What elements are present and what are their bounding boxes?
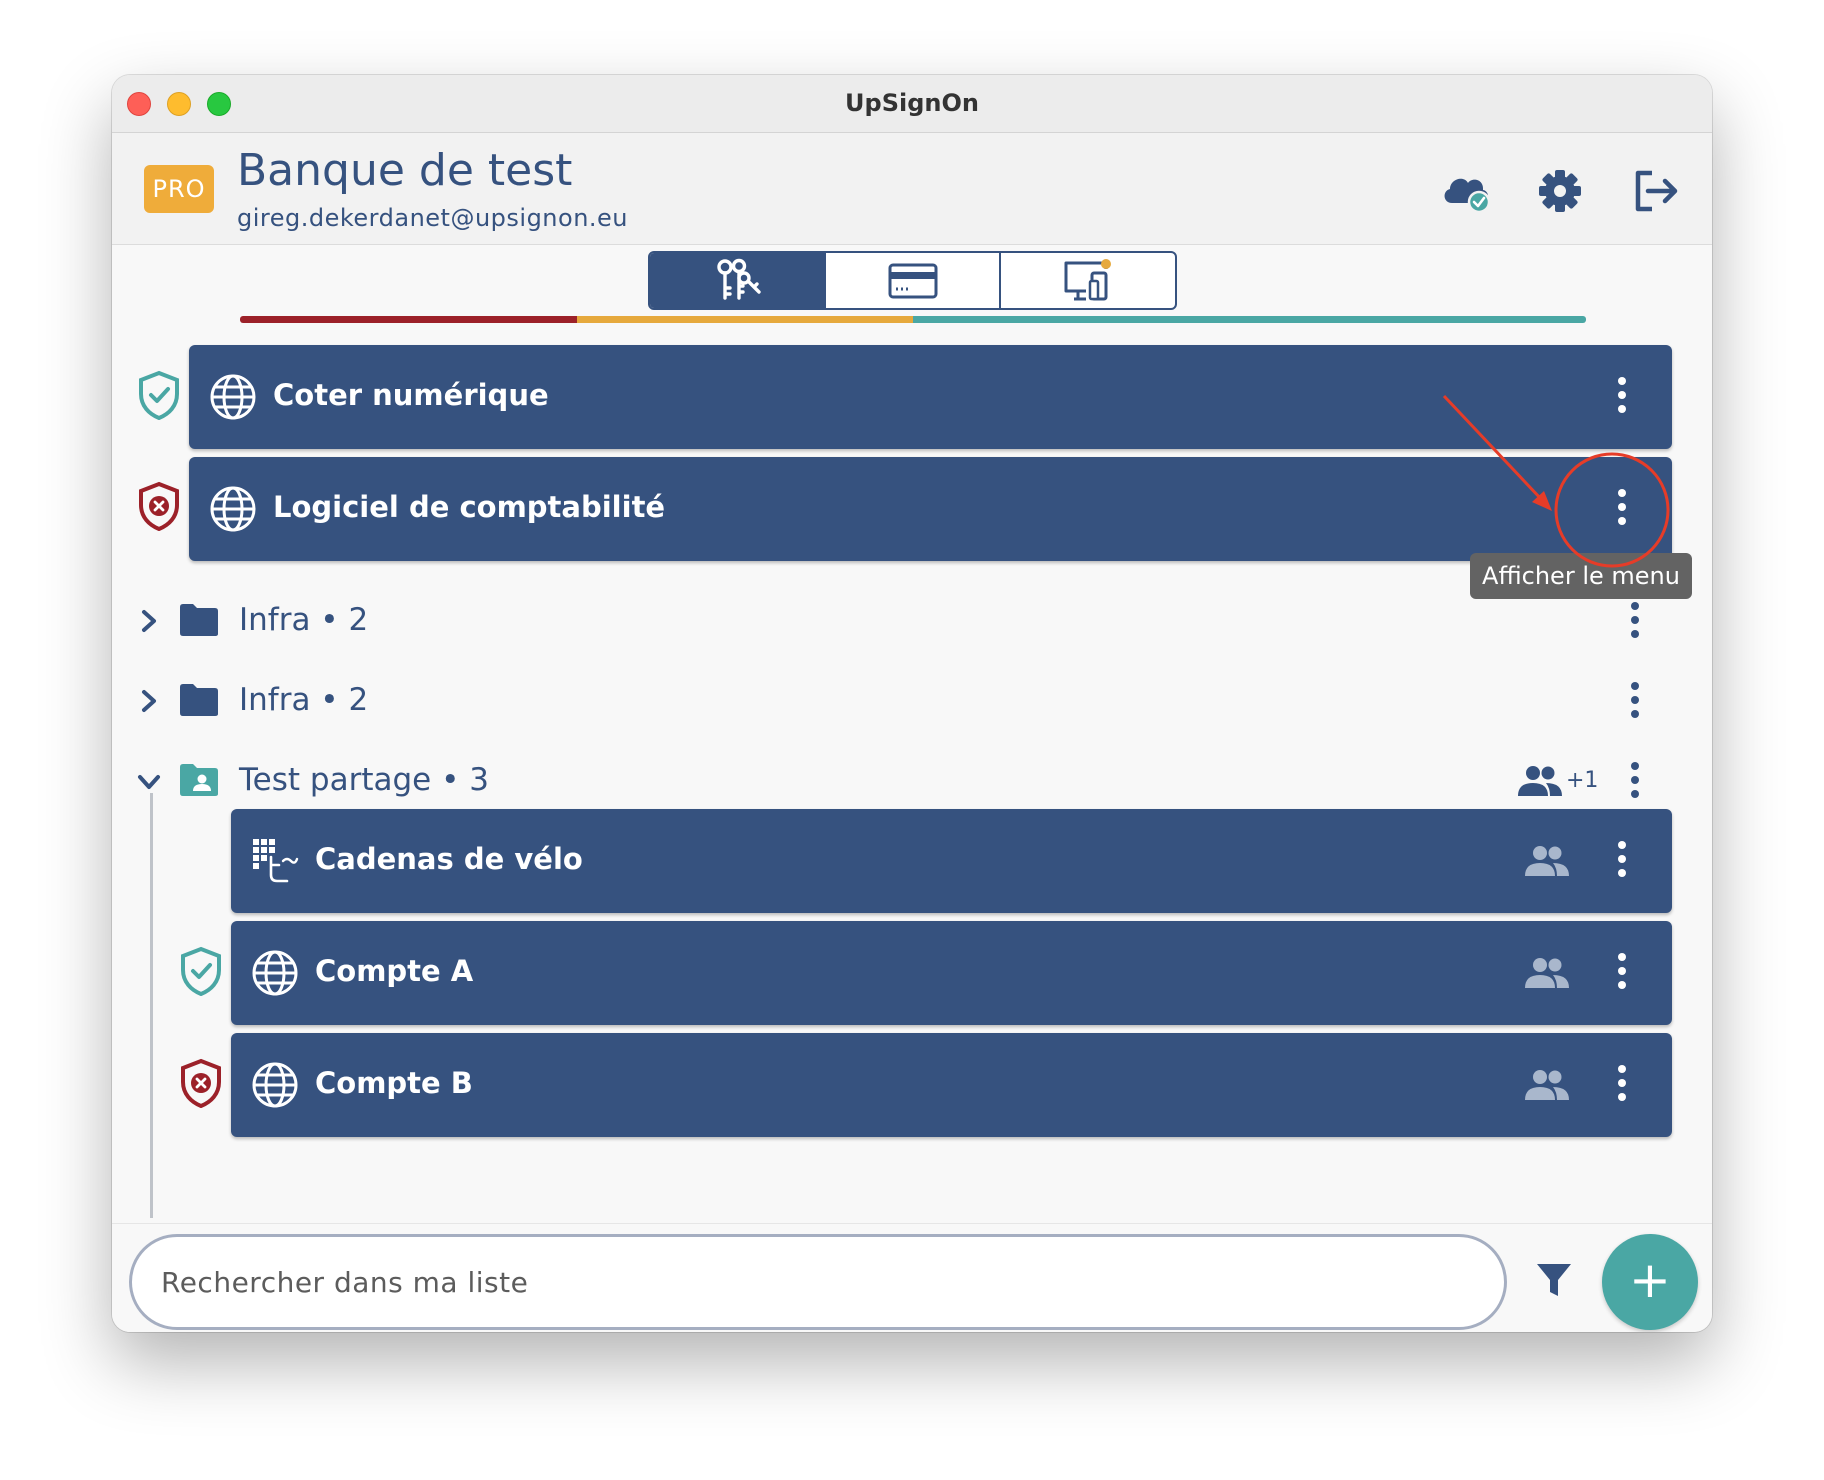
- more-options-button[interactable]: [1616, 489, 1628, 529]
- section-tabs: [648, 251, 1177, 310]
- logout-icon[interactable]: [1628, 163, 1684, 219]
- folder-menu-button[interactable]: [1629, 602, 1641, 642]
- more-options-button[interactable]: [1616, 841, 1628, 881]
- chevron-right-icon[interactable]: [138, 688, 160, 714]
- folder-label: Infra • 2: [239, 602, 369, 638]
- devices-icon: [1064, 258, 1112, 300]
- folder-row-test-partage[interactable]: Test partage • 3 +1: [112, 752, 1712, 812]
- shared-folder-icon: [180, 764, 218, 796]
- item-label: Cadenas de vélo: [315, 842, 583, 876]
- tooltip: Afficher le menu: [1470, 553, 1692, 599]
- shared-item-icon: [1525, 846, 1569, 876]
- tab-payment-cards[interactable]: [823, 253, 1000, 308]
- shared-item-icon: [1525, 958, 1569, 988]
- folder-tree-line: [150, 793, 153, 1218]
- folder-row-infra[interactable]: Infra • 2: [112, 592, 1712, 652]
- vault-header: PRO Banque de test gireg.dekerdanet@upsi…: [112, 133, 1712, 245]
- app-window: UpSignOn PRO Banque de test gireg.dekerd…: [112, 75, 1712, 1332]
- chevron-down-icon[interactable]: [136, 771, 162, 793]
- strength-segment-weak: [240, 316, 577, 323]
- item-label: Compte B: [315, 1066, 473, 1100]
- folder-row-infra[interactable]: Infra • 2: [112, 672, 1712, 732]
- credit-card-icon: [888, 263, 937, 298]
- pro-badge: PRO: [144, 165, 214, 213]
- tab-passwords[interactable]: [650, 253, 824, 308]
- shared-users-icon: [1518, 766, 1562, 796]
- keypad-code-icon: [253, 839, 299, 883]
- cloud-sync-icon[interactable]: [1438, 163, 1494, 219]
- item-label: Logiciel de comptabilité: [273, 490, 666, 524]
- safe-shield-icon: [139, 370, 179, 420]
- globe-icon: [252, 950, 298, 996]
- more-options-button[interactable]: [1616, 953, 1628, 993]
- strength-segment-medium: [576, 316, 913, 323]
- folder-label: Infra • 2: [239, 682, 369, 718]
- item-label: Compte A: [315, 954, 474, 988]
- folder-icon: [180, 684, 218, 716]
- globe-icon: [252, 1062, 298, 1108]
- filter-icon[interactable]: [1534, 1260, 1574, 1300]
- safe-shield-icon: [181, 946, 221, 996]
- folder-label: Test partage • 3: [239, 762, 489, 798]
- gear-icon[interactable]: [1532, 163, 1588, 219]
- window-title: UpSignOn: [845, 89, 979, 117]
- unsafe-shield-icon: [139, 481, 179, 531]
- tab-devices[interactable]: [999, 253, 1175, 308]
- more-options-button[interactable]: [1616, 1065, 1628, 1105]
- chevron-right-icon[interactable]: [138, 608, 160, 634]
- search-input[interactable]: [129, 1234, 1507, 1330]
- vault-name: Banque de test: [237, 145, 573, 196]
- item-label: Coter numérique: [273, 378, 549, 412]
- title-bar: UpSignOn: [112, 75, 1712, 133]
- item-cadenas-de-velo[interactable]: Cadenas de vélo: [231, 809, 1672, 913]
- unsafe-shield-icon: [181, 1058, 221, 1108]
- globe-icon: [210, 374, 256, 420]
- strength-segment-strong: [913, 316, 1586, 323]
- globe-icon: [210, 486, 256, 532]
- folder-icon: [180, 604, 218, 636]
- password-strength-bar: [240, 316, 1586, 323]
- account-email: gireg.dekerdanet@upsignon.eu: [237, 204, 629, 232]
- item-compte-a[interactable]: Compte A: [231, 921, 1672, 1025]
- shared-item-icon: [1525, 1070, 1569, 1100]
- keys-icon: [717, 258, 761, 300]
- item-logiciel-de-comptabilite[interactable]: Logiciel de comptabilité: [189, 457, 1672, 561]
- item-compte-b[interactable]: Compte B: [231, 1033, 1672, 1137]
- add-item-button[interactable]: +: [1602, 1234, 1698, 1330]
- folder-menu-button[interactable]: [1629, 762, 1641, 802]
- shared-users-count: +1: [1566, 768, 1599, 793]
- bottom-bar: +: [112, 1223, 1712, 1332]
- item-coter-numerique[interactable]: Coter numérique: [189, 345, 1672, 449]
- folder-menu-button[interactable]: [1629, 682, 1641, 722]
- more-options-button[interactable]: [1616, 377, 1628, 417]
